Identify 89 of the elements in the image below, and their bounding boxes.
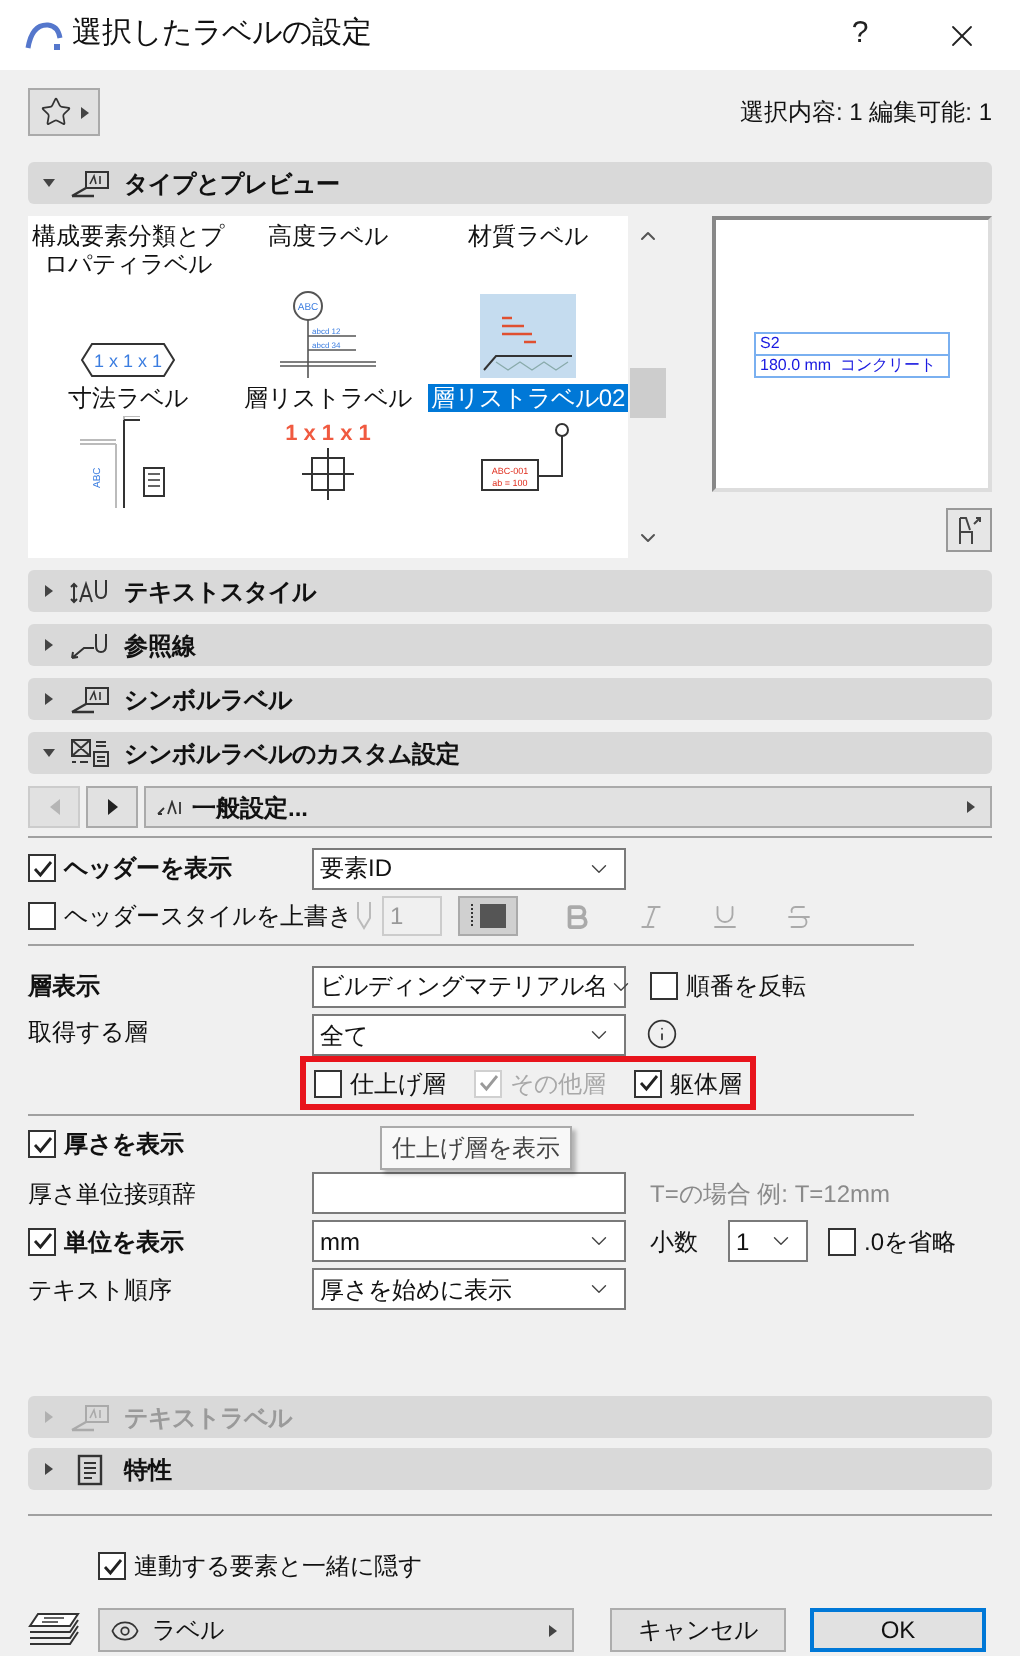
checkbox[interactable] xyxy=(28,902,56,930)
reverse-order-label: 順番を反転 xyxy=(686,970,806,1004)
next-page-button[interactable] xyxy=(86,786,138,828)
dropdown[interactable]: mm xyxy=(312,1220,626,1262)
preview-text: S2 xyxy=(758,333,782,353)
pattern-icon xyxy=(468,904,508,928)
label-icon xyxy=(156,799,184,815)
page-selector[interactable]: 一般設定... xyxy=(144,786,992,828)
dropdown[interactable]: ビルディングマテリアル名 xyxy=(312,965,626,1007)
gallery-item[interactable]: 高度ラベル xyxy=(228,216,428,278)
dropdown[interactable]: 厚さを始めに表示 xyxy=(312,1268,626,1310)
selection-info: 選択内容: 1 編集可能: 1 xyxy=(739,96,992,130)
document-icon xyxy=(76,1453,104,1485)
crosshair-label-drawing: 1 x 1 x 1 xyxy=(278,416,378,508)
checkbox[interactable] xyxy=(634,1069,662,1097)
caret-icon xyxy=(42,584,56,598)
omit-zero-label: .0を省略 xyxy=(864,1225,957,1259)
section-header[interactable]: シンボルラベルのカスタム設定 xyxy=(28,732,992,774)
show-thickness-label: 厚さを表示 xyxy=(64,1128,184,1162)
text-style-icon xyxy=(70,577,110,605)
caret-icon xyxy=(42,746,56,760)
label-icon xyxy=(70,1403,110,1431)
label-icon xyxy=(70,685,110,713)
dropdown[interactable]: 要素ID xyxy=(312,847,626,889)
fill-pattern-button[interactable] xyxy=(458,896,518,936)
checkbox[interactable] xyxy=(28,1227,56,1255)
gallery-item[interactable]: 構成要素分類とプロパティラベル xyxy=(28,216,228,278)
preview-text: 180.0 mm コンクリート xyxy=(756,353,948,375)
thickness-prefix-field[interactable] xyxy=(312,1172,626,1214)
layers-icon xyxy=(28,1612,80,1648)
section-header[interactable]: シンボルラベル xyxy=(28,678,992,720)
caret-icon xyxy=(546,1623,560,1637)
show-unit-label: 単位を表示 xyxy=(64,1225,184,1259)
layer-filter-label: その他層 xyxy=(510,1067,606,1101)
pen-icon xyxy=(356,902,372,930)
info-icon[interactable] xyxy=(646,1018,678,1050)
chair-icon xyxy=(954,515,984,545)
favorites-button[interactable] xyxy=(28,88,100,136)
layer-filter-label: 躯体層 xyxy=(670,1067,742,1101)
caret-icon xyxy=(78,105,92,119)
checkbox[interactable] xyxy=(28,1130,56,1158)
tooltip: 仕上げ層を表示 xyxy=(380,1126,572,1170)
gallery-item[interactable]: 材質ラベル xyxy=(428,216,628,278)
section-header[interactable]: 特性 xyxy=(28,1448,992,1490)
star-icon xyxy=(40,96,72,128)
previous-icon xyxy=(47,798,61,816)
caret-icon xyxy=(42,1462,56,1476)
prefix-example-text: T=の場合 例: T=12mm xyxy=(650,1177,891,1211)
eye-icon xyxy=(110,1615,140,1645)
layer-display-label: 層表示 xyxy=(28,970,102,1004)
caret-icon xyxy=(42,176,56,190)
dimension-label-drawing: 1 x 1 x 1 xyxy=(80,342,176,378)
decimals-label: 小数 xyxy=(650,1225,700,1259)
label-icon xyxy=(70,169,110,197)
layer-list-label-drawing xyxy=(480,294,576,378)
checkbox[interactable] xyxy=(28,854,56,882)
layer-selector[interactable]: ラベル xyxy=(98,1608,574,1652)
dropdown[interactable]: 全て xyxy=(312,1014,626,1056)
app-logo-icon xyxy=(24,21,64,49)
section-header[interactable]: タイプとプレビュー xyxy=(28,162,992,204)
thickness-prefix-label: 厚さ単位接頭辞 xyxy=(28,1177,198,1211)
cancel-button[interactable]: キャンセル xyxy=(610,1608,786,1652)
hide-with-linked-label: 連動する要素と一緒に隠す xyxy=(134,1550,422,1584)
gallery-item[interactable]: 層リストラベル02 xyxy=(428,278,628,412)
checkbox[interactable] xyxy=(98,1552,126,1580)
preview-options-button[interactable] xyxy=(946,508,992,552)
gallery-item[interactable]: 1 x 1 x 1 寸法ラベル xyxy=(28,278,228,412)
checkbox[interactable] xyxy=(828,1227,856,1255)
caret-icon xyxy=(42,638,56,652)
override-header-style-label: ヘッダースタイルを上書き xyxy=(64,900,352,934)
help-button[interactable]: ? xyxy=(836,12,884,58)
next-icon xyxy=(105,798,119,816)
scrollbar-thumb[interactable] xyxy=(630,368,666,418)
section-header[interactable]: テキストスタイル xyxy=(28,570,992,612)
ok-button[interactable]: OK xyxy=(810,1608,986,1652)
section-header[interactable]: 参照線 xyxy=(28,624,992,666)
checkbox[interactable] xyxy=(314,1069,342,1097)
window-title: 選択したラベルの設定 xyxy=(72,14,372,55)
layer-filter-label: 仕上げ層 xyxy=(350,1067,446,1101)
custom-settings-icon xyxy=(70,737,110,769)
caret-icon xyxy=(964,800,978,814)
checkbox[interactable] xyxy=(650,972,678,1000)
leader-line-icon xyxy=(70,631,110,659)
show-header-label: ヘッダーを表示 xyxy=(64,852,232,886)
dropdown[interactable]: 1 xyxy=(728,1220,808,1262)
text-order-label: テキスト順序 xyxy=(28,1273,174,1307)
caret-icon xyxy=(42,1410,56,1424)
fetch-layers-label: 取得する層 xyxy=(28,1016,150,1050)
caret-icon xyxy=(42,692,56,706)
